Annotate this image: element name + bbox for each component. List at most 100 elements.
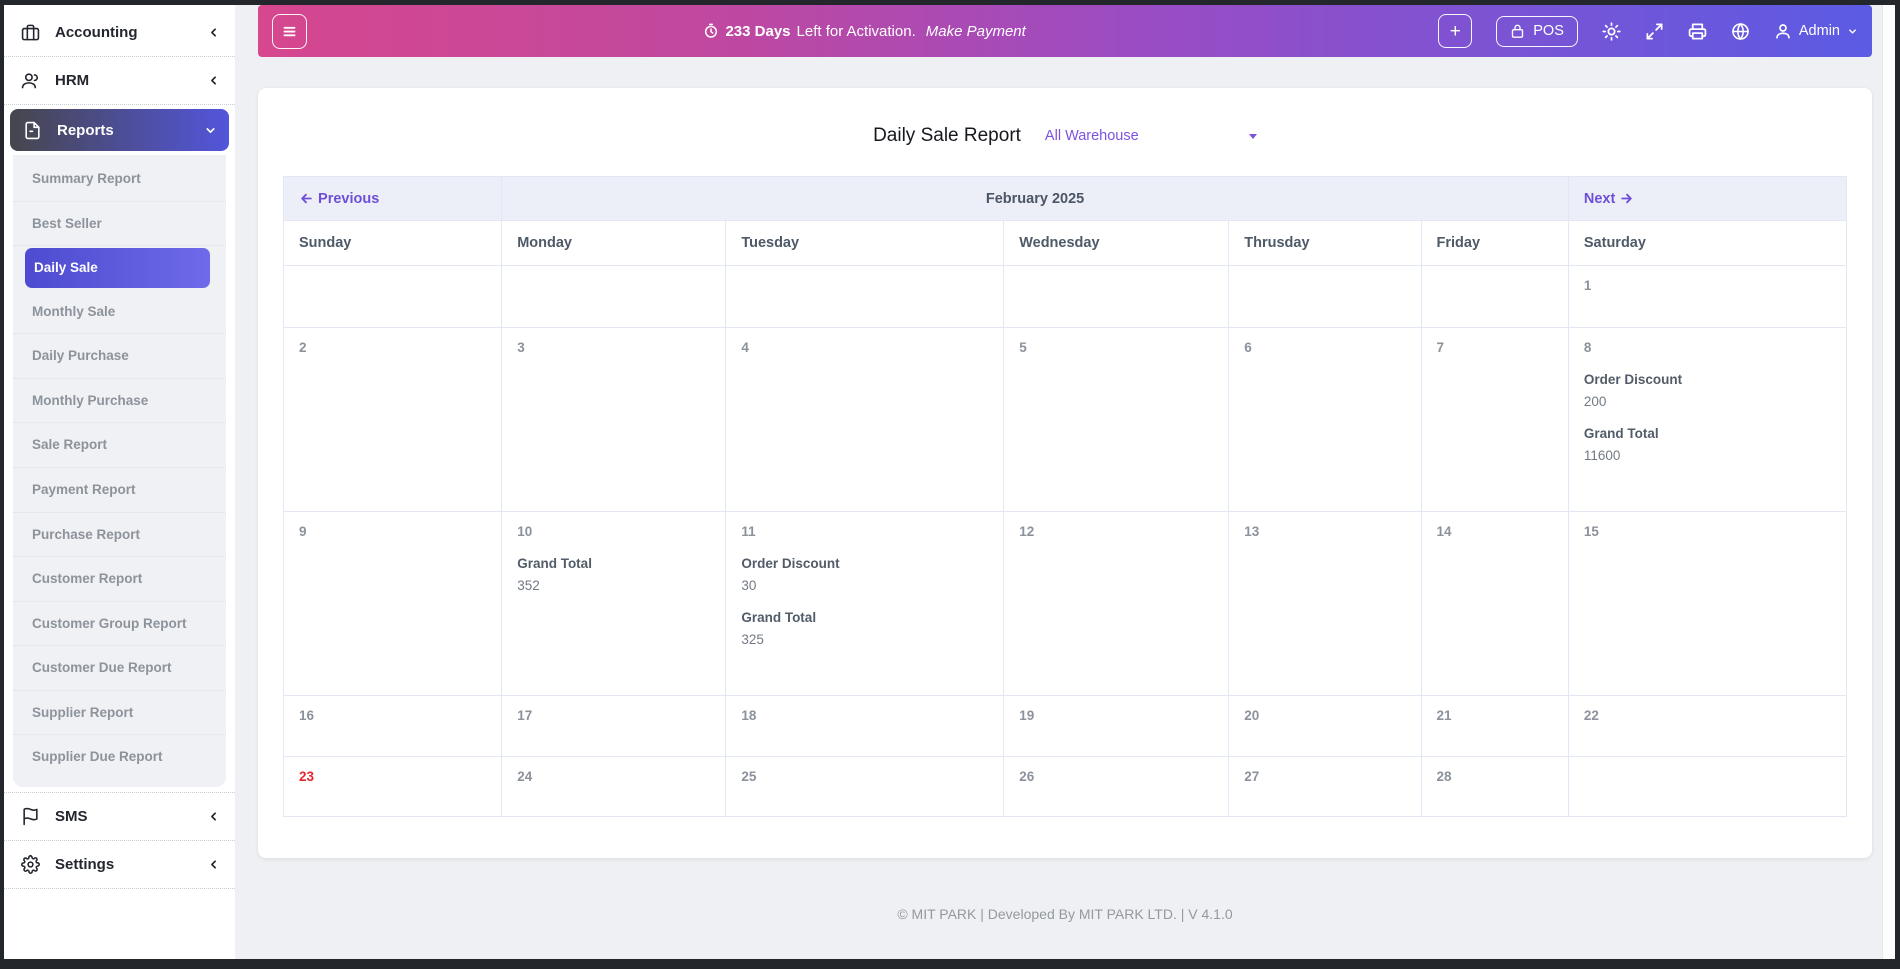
topbar-actions: + POS Admin (1438, 14, 1858, 48)
calendar-weekday-header-row: Sunday Monday Tuesday Wednesday Thrusday Frid… (282, 220, 1848, 266)
day-number: 3 (517, 340, 525, 355)
calendar-day-cell: 13 (1228, 511, 1422, 696)
next-month-button[interactable]: Next (1567, 176, 1848, 221)
day-number: 14 (1436, 524, 1452, 539)
calendar-day-cell: 27 (1228, 756, 1422, 817)
sidebar-subitem-supplier-due-report[interactable]: Supplier Due Report (13, 735, 226, 779)
days-left-value: 233 Days (725, 22, 791, 40)
calendar-day-cell: 5 (1003, 327, 1230, 512)
file-icon (25, 121, 40, 139)
footer-text: © MIT PARK | Developed By MIT PARK LTD. … (897, 906, 1233, 922)
calendar-day-cell (1420, 265, 1569, 328)
divider (4, 104, 235, 105)
print-action[interactable] (1688, 22, 1707, 41)
sidebar-subitem-best-seller[interactable]: Best Seller (13, 202, 226, 247)
globe-icon (1732, 22, 1749, 40)
day-number: 8 (1583, 340, 1592, 355)
chevron-left-icon (211, 812, 216, 821)
calendar-day-cell: 1 (1567, 265, 1848, 328)
gear-icon (21, 854, 40, 874)
day-number: 16 (299, 708, 315, 723)
calendar-week-row: 23 24 25 26 27 28 (282, 756, 1848, 817)
sidebar-subitem-purchase-report[interactable]: Purchase Report (13, 513, 226, 558)
calendar-day-cell: 16 (282, 695, 503, 757)
sidebar-item-label: SMS (55, 807, 88, 825)
sidebar-item-label: HRM (55, 72, 90, 89)
chevron-left-icon (211, 28, 216, 37)
chevron-left-icon (211, 76, 216, 85)
sidebar-item-accounting[interactable]: Accounting (4, 9, 235, 56)
sidebar-subitem-daily-sale[interactable]: Daily Sale (25, 248, 210, 288)
weekday-header: Wednesday (1003, 220, 1230, 266)
pos-button-label: POS (1533, 23, 1564, 39)
hamburger-menu-button[interactable] (272, 13, 307, 49)
calendar-day-cell: 8 Order Discount 200 Grand Total 11600 (1567, 327, 1848, 512)
days-left-text: Left for Activation. (796, 22, 916, 40)
sidebar-subitem-payment-report[interactable]: Payment Report (13, 468, 226, 513)
day-number: 28 (1436, 769, 1452, 784)
sidebar-subitem-customer-due-report[interactable]: Customer Due Report (13, 646, 226, 691)
admin-menu[interactable]: Admin (1774, 22, 1858, 40)
chevron-down-icon (206, 127, 215, 133)
daily-sale-calendar: Previous February 2025 Next Sunday Monday Tu… (282, 176, 1848, 817)
day-number: 21 (1436, 708, 1452, 723)
day-number: 26 (1019, 769, 1035, 784)
reports-submenu: Summary Report Best Seller Daily Sale Month… (13, 155, 226, 787)
quick-add-button[interactable]: + (1438, 14, 1473, 48)
users-icon (21, 73, 38, 89)
weekday-header: Saturday (1567, 220, 1848, 266)
calendar-week-row: 1 (282, 265, 1848, 328)
sidebar-item-sms[interactable]: SMS (4, 793, 235, 840)
warehouse-select-value: All Warehouse (1044, 128, 1139, 144)
calendar-day-cell: 25 (725, 756, 1005, 817)
previous-label: Previous (318, 190, 380, 207)
sidebar-item-label: Reports (57, 121, 114, 139)
main-area: 233 Days Left for Activation. Make Payme… (235, 5, 1882, 959)
calendar-day-cell: 7 (1420, 327, 1569, 512)
theme-toggle[interactable] (1602, 21, 1621, 41)
sidebar-item-settings[interactable]: Settings (4, 841, 235, 888)
calendar-day-cell: 10 Grand Total 352 (501, 511, 727, 696)
sidebar-subitem-monthly-purchase[interactable]: Monthly Purchase (13, 379, 226, 424)
sidebar-subitem-daily-purchase[interactable]: Daily Purchase (13, 334, 226, 379)
window-frame: Accounting HRM Reports Summary Report Bes… (0, 0, 1900, 969)
sidebar-item-label: Settings (55, 855, 115, 873)
day-number: 15 (1583, 524, 1599, 539)
user-icon (1776, 24, 1790, 39)
sidebar-subitem-monthly-sale[interactable]: Monthly Sale (13, 290, 226, 335)
day-number: 27 (1244, 769, 1260, 784)
sale-summary-entry: Grand Total 352 (517, 556, 710, 593)
weekday-header: Sunday (282, 220, 503, 266)
sidebar-subitem-sale-report[interactable]: Sale Report (13, 423, 226, 468)
arrow-right-icon (1621, 193, 1633, 203)
page-scrollbar[interactable] (1882, 5, 1895, 959)
calendar-day-cell: 3 (501, 327, 727, 512)
calendar-day-cell: 21 (1420, 695, 1569, 757)
entry-value: 11600 (1583, 448, 1621, 463)
topbar: 233 Days Left for Activation. Make Payme… (258, 5, 1872, 57)
calendar-day-cell: 9 (282, 511, 503, 696)
sidebar-subitem-summary-report[interactable]: Summary Report (13, 157, 226, 202)
sidebar-subitem-supplier-report[interactable]: Supplier Report (13, 691, 226, 736)
clock-icon (705, 23, 718, 38)
language-switcher[interactable] (1731, 22, 1750, 41)
sidebar-subitem-customer-group-report[interactable]: Customer Group Report (13, 602, 226, 647)
previous-month-button[interactable]: Previous (282, 176, 503, 221)
day-number-today: 23 (299, 769, 315, 784)
fullscreen-toggle[interactable] (1645, 22, 1664, 41)
entry-label: Grand Total (1583, 426, 1659, 441)
sun-icon (1602, 21, 1621, 41)
calendar-day-cell: 14 (1420, 511, 1569, 696)
calendar-day-cell: 17 (501, 695, 727, 757)
calendar-day-cell: 20 (1228, 695, 1422, 757)
briefcase-icon (21, 24, 40, 41)
arrow-left-icon (301, 193, 312, 203)
pos-button[interactable]: POS (1496, 15, 1578, 47)
make-payment-link[interactable]: Make Payment (926, 23, 1026, 40)
sidebar-subitem-customer-report[interactable]: Customer Report (13, 557, 226, 602)
sidebar-item-hrm[interactable]: HRM (4, 57, 235, 104)
calendar-day-cell: 28 (1420, 756, 1569, 817)
day-number: 22 (1583, 708, 1599, 723)
sidebar-item-reports[interactable]: Reports (10, 109, 229, 151)
warehouse-select[interactable]: All Warehouse (1045, 128, 1257, 144)
